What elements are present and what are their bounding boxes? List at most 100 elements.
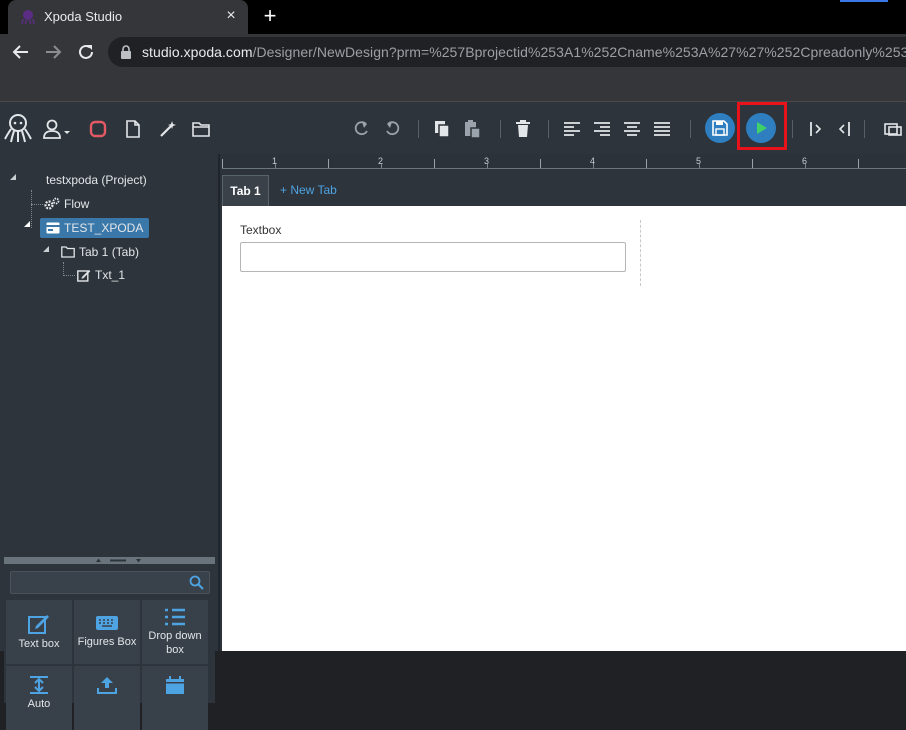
url-text: studio.xpoda.com/Designer/NewDesign?prm=… bbox=[142, 44, 906, 60]
magic-wand-icon[interactable] bbox=[158, 119, 178, 139]
browser-tab-strip: Xpoda Studio × + bbox=[0, 0, 906, 34]
keyboard-icon bbox=[96, 616, 118, 630]
tool-upload[interactable] bbox=[74, 666, 140, 730]
save-icon bbox=[712, 120, 728, 136]
tab-tab-1[interactable]: Tab 1 bbox=[222, 175, 269, 206]
copy-icon[interactable] bbox=[432, 119, 452, 139]
auto-height-icon bbox=[30, 676, 48, 694]
tree-node-label: Tab 1 (Tab) bbox=[79, 245, 140, 259]
xpoda-logo-icon[interactable] bbox=[4, 113, 32, 143]
align-justify-icon[interactable] bbox=[652, 119, 672, 139]
panel-splitter[interactable] bbox=[4, 557, 215, 564]
back-arrow-icon[interactable] bbox=[8, 42, 34, 62]
new-tab-icon[interactable]: + bbox=[258, 4, 282, 28]
new-tab-link[interactable]: + New Tab bbox=[280, 183, 337, 197]
expand-toggle-icon[interactable] bbox=[43, 246, 49, 252]
ruler-label: 5 bbox=[696, 156, 702, 166]
run-button-highlight bbox=[737, 102, 787, 150]
align-center-icon[interactable] bbox=[622, 119, 642, 139]
toolbar-separator bbox=[500, 120, 501, 138]
tree-connector bbox=[63, 262, 64, 276]
ruler-major-tick bbox=[328, 159, 329, 168]
window-icon[interactable] bbox=[884, 119, 906, 139]
xpoda-favicon-icon bbox=[21, 10, 35, 25]
toolbar-separator bbox=[418, 120, 419, 138]
design-canvas[interactable]: Textbox bbox=[222, 206, 906, 651]
tree-node-tab[interactable]: Tab 1 (Tab) bbox=[61, 242, 139, 262]
project-tree-panel: testxpoda (Project) Flow TEST_XPODA Tab … bbox=[0, 154, 220, 730]
toolbar-separator bbox=[864, 120, 865, 138]
align-right-icon[interactable] bbox=[592, 119, 612, 139]
stop-icon[interactable] bbox=[88, 119, 108, 139]
calendar-icon bbox=[166, 676, 184, 694]
save-button[interactable] bbox=[705, 113, 735, 143]
user-menu-icon[interactable] bbox=[42, 119, 72, 139]
tool-auto[interactable]: Auto bbox=[6, 666, 72, 730]
url-path: /Designer/NewDesign?prm=%257Bprojectid%2… bbox=[252, 44, 906, 60]
ruler-major-tick bbox=[858, 159, 859, 168]
tool-drop-down-box[interactable]: Drop down box bbox=[142, 600, 208, 664]
tree-node-project[interactable]: testxpoda (Project) bbox=[46, 170, 147, 190]
delete-trash-icon[interactable] bbox=[513, 119, 533, 139]
ruler-major-tick bbox=[752, 159, 753, 168]
folder-icon bbox=[61, 246, 75, 258]
tree-node-label: Txt_1 bbox=[95, 268, 126, 282]
list-icon bbox=[165, 608, 185, 626]
tree-connector bbox=[63, 275, 75, 276]
ruler-label: 6 bbox=[802, 156, 808, 166]
ruler-major-tick bbox=[646, 159, 647, 168]
tool-label: Text box bbox=[18, 638, 60, 650]
toolbar-separator bbox=[548, 120, 549, 138]
toolbar-separator bbox=[690, 120, 691, 138]
forward-arrow-icon[interactable] bbox=[40, 42, 66, 62]
browser-tab-title: Xpoda Studio bbox=[44, 9, 123, 24]
tree-node-label: Flow bbox=[64, 197, 90, 211]
new-document-icon[interactable] bbox=[123, 119, 143, 139]
redo-icon[interactable] bbox=[383, 119, 403, 139]
collapse-left-icon[interactable] bbox=[806, 119, 826, 139]
tool-label: Auto bbox=[27, 698, 51, 710]
tree-node-control[interactable]: Txt_1 bbox=[77, 265, 125, 285]
tree-node-label: TEST_XPODA bbox=[64, 221, 144, 235]
browser-tab-xpoda-studio[interactable]: Xpoda Studio × bbox=[8, 0, 248, 34]
close-tab-icon[interactable]: × bbox=[222, 7, 240, 25]
paste-icon[interactable] bbox=[462, 119, 482, 139]
ruler-label: 2 bbox=[378, 156, 384, 166]
tree-connector bbox=[31, 204, 43, 205]
undo-icon[interactable] bbox=[351, 119, 371, 139]
edit-textbox-icon bbox=[28, 615, 49, 634]
expand-toggle-icon[interactable] bbox=[24, 221, 30, 227]
tree-node-label: testxpoda (Project) bbox=[46, 173, 147, 187]
tool-figures-box[interactable]: Figures Box bbox=[74, 600, 140, 664]
address-bar[interactable]: studio.xpoda.com/Designer/NewDesign?prm=… bbox=[108, 37, 906, 67]
edit-textbox-icon bbox=[77, 269, 91, 282]
browser-toolbar: studio.xpoda.com/Designer/NewDesign?prm=… bbox=[0, 34, 906, 102]
column-guide-line bbox=[640, 220, 641, 286]
designer-toolbar bbox=[0, 102, 906, 154]
align-left-icon[interactable] bbox=[562, 119, 582, 139]
horizontal-ruler: 1 2 3 4 5 6 bbox=[222, 154, 906, 169]
tool-label: Drop down box bbox=[148, 630, 202, 656]
upload-icon bbox=[97, 677, 117, 694]
form-icon bbox=[46, 222, 60, 234]
expand-toggle-icon[interactable] bbox=[10, 174, 16, 180]
collapse-right-icon[interactable] bbox=[834, 119, 854, 139]
tree-node-form[interactable]: TEST_XPODA bbox=[40, 218, 150, 238]
tool-label: Figures Box bbox=[77, 636, 137, 648]
tree-node-flow[interactable]: Flow bbox=[44, 194, 89, 214]
xpoda-designer: testxpoda (Project) Flow TEST_XPODA Tab … bbox=[0, 102, 906, 730]
url-host: studio.xpoda.com bbox=[142, 44, 253, 60]
tool-text-box[interactable]: Text box bbox=[6, 600, 72, 664]
toolbox-panel: Text box Figures Box Drop down box Auto bbox=[4, 564, 215, 730]
reload-icon[interactable] bbox=[73, 42, 99, 62]
ruler-major-tick bbox=[434, 159, 435, 168]
tool-calendar[interactable] bbox=[142, 666, 208, 730]
open-folder-icon[interactable] bbox=[191, 119, 211, 139]
toolbar-separator bbox=[792, 120, 793, 138]
textbox-field-input[interactable] bbox=[240, 242, 626, 272]
ruler-label: 1 bbox=[272, 156, 278, 166]
lock-icon bbox=[121, 45, 131, 59]
toolbox-search-input[interactable] bbox=[10, 571, 210, 594]
profile-accent-bar bbox=[840, 0, 888, 2]
ruler-major-tick bbox=[540, 159, 541, 168]
